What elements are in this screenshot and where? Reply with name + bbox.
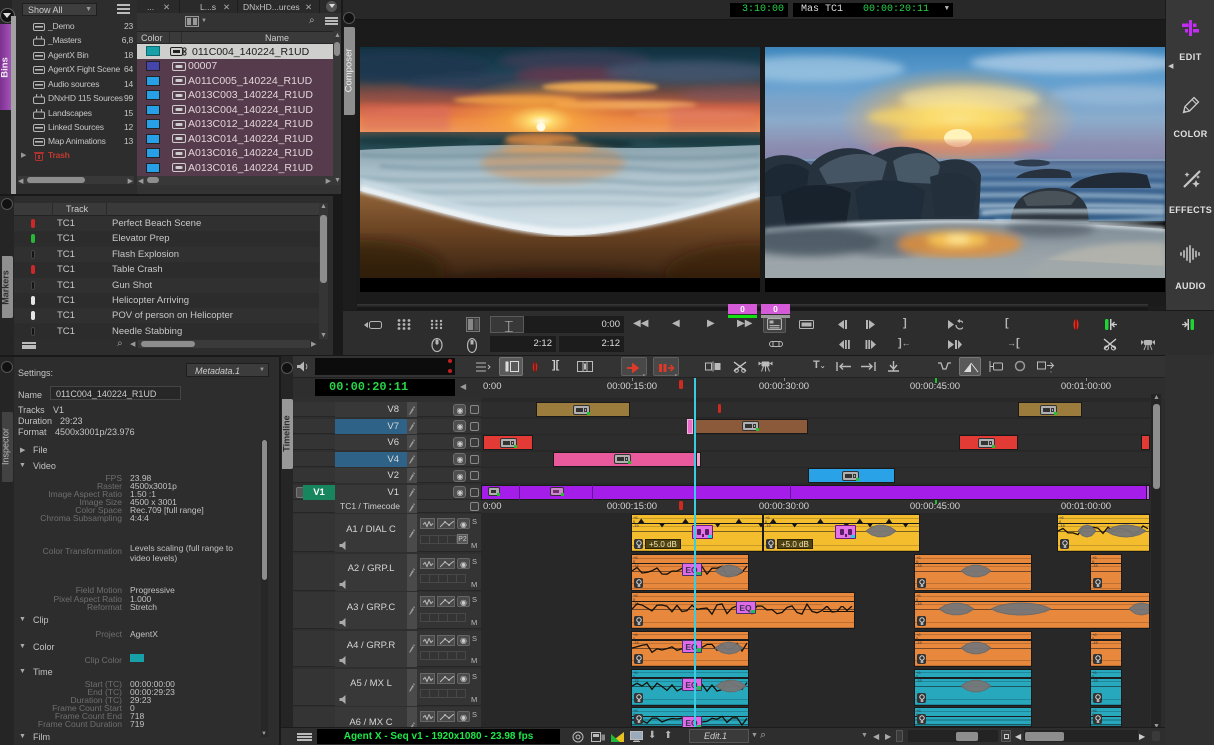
- svg-text:,: ,: [1050, 367, 1052, 373]
